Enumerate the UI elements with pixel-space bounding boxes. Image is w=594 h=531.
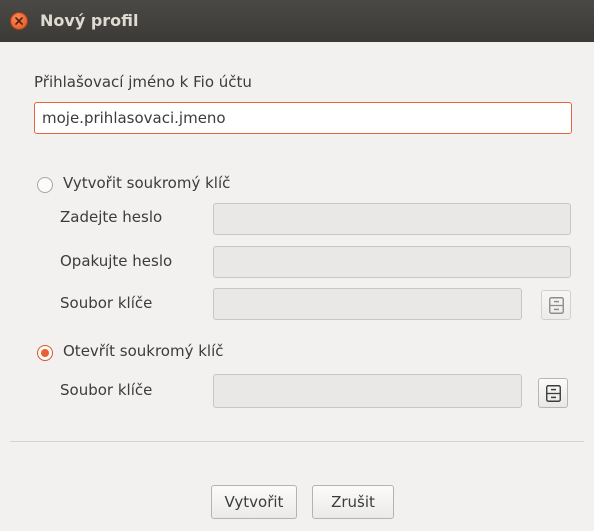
close-button[interactable] bbox=[10, 12, 28, 30]
open-key-file-input[interactable] bbox=[213, 374, 522, 408]
open-key-radio[interactable] bbox=[37, 345, 53, 361]
separator bbox=[10, 441, 584, 442]
repeat-password-input[interactable] bbox=[213, 246, 571, 278]
close-icon bbox=[15, 17, 23, 25]
open-key-file-label: Soubor klíče bbox=[60, 381, 153, 399]
create-key-file-label: Soubor klíče bbox=[60, 294, 153, 312]
create-key-radio[interactable] bbox=[37, 177, 53, 193]
file-cabinet-icon bbox=[549, 297, 564, 314]
repeat-password-label: Opakujte heslo bbox=[60, 252, 173, 270]
create-key-file-button[interactable] bbox=[541, 290, 571, 320]
open-key-label: Otevřít soukromý klíč bbox=[63, 342, 224, 360]
create-key-file-input[interactable] bbox=[213, 288, 522, 320]
create-button[interactable]: Vytvořit bbox=[211, 485, 297, 519]
cancel-button[interactable]: Zrušit bbox=[312, 485, 394, 519]
password-label: Zadejte heslo bbox=[60, 208, 163, 226]
title-bar: Nový profil bbox=[0, 0, 594, 42]
login-label: Přihlašovací jméno k Fio účtu bbox=[34, 73, 252, 91]
password-input[interactable] bbox=[213, 203, 571, 235]
open-key-file-button[interactable] bbox=[538, 378, 568, 408]
create-key-label: Vytvořit soukromý klíč bbox=[63, 174, 231, 192]
login-input[interactable] bbox=[34, 102, 572, 134]
file-cabinet-icon bbox=[546, 385, 561, 402]
window-title: Nový profil bbox=[40, 11, 139, 30]
